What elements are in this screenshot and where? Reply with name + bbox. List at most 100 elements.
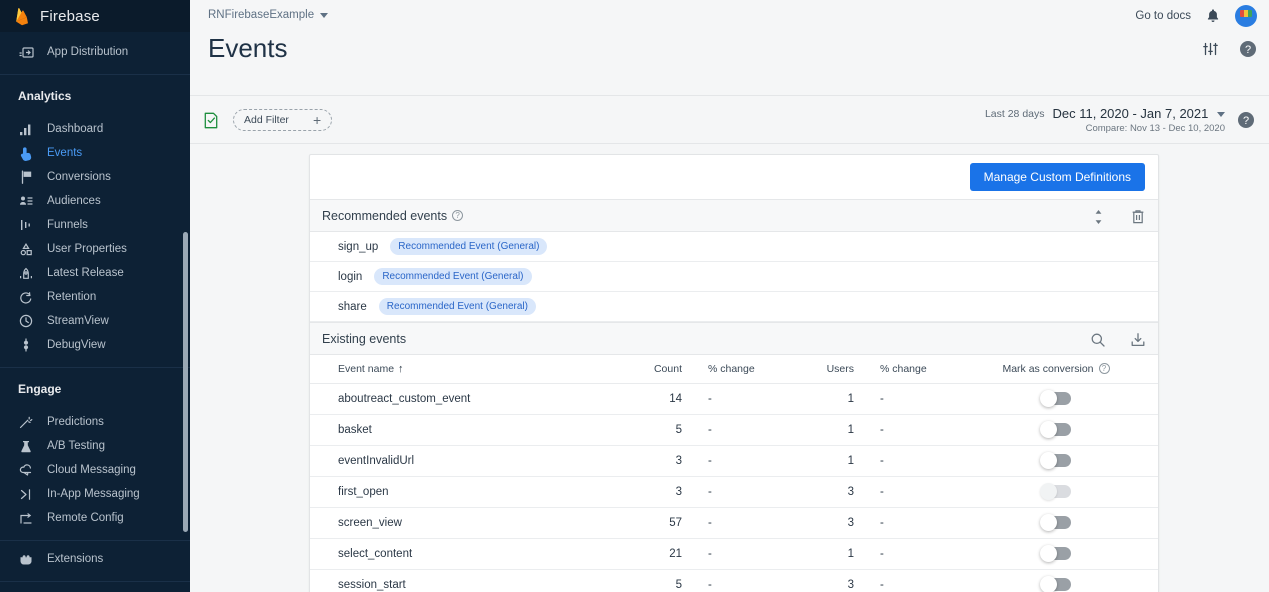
table-header-row: Event name ↑ Count % change Users % chan…: [310, 355, 1158, 384]
cell-users-change: -: [862, 507, 954, 539]
existing-events-title: Existing events: [322, 331, 407, 346]
brand-header[interactable]: Firebase: [0, 0, 190, 32]
segment-icon[interactable]: [204, 112, 219, 129]
table-row[interactable]: first_open 3 - 3 -: [310, 476, 1158, 508]
column-header-count[interactable]: Count: [610, 355, 690, 384]
column-header-event-name[interactable]: Event name ↑: [310, 355, 610, 384]
cell-mark-as-conversion: [954, 507, 1158, 539]
conversion-toggle[interactable]: [1040, 452, 1071, 469]
conversion-toggle[interactable]: [1040, 390, 1071, 407]
cloud-messaging-icon: [18, 462, 34, 478]
conversion-toggle[interactable]: [1040, 421, 1071, 438]
cell-users-change: -: [862, 383, 954, 415]
table-row[interactable]: aboutreact_custom_event 14 - 1 -: [310, 383, 1158, 415]
sidebar-item-label: Remote Config: [47, 512, 124, 524]
sidebar-scrollbar[interactable]: [183, 0, 188, 592]
table-row[interactable]: select_content 21 - 1 -: [310, 538, 1158, 570]
go-to-docs-link[interactable]: Go to docs: [1135, 10, 1191, 22]
help-circle-icon[interactable]: ?: [452, 210, 464, 221]
conversion-toggle: [1040, 483, 1071, 500]
sidebar-item-label: Extensions: [47, 553, 104, 565]
cell-event-name: basket: [310, 414, 610, 446]
remote-config-icon: [18, 510, 34, 526]
cell-count: 3: [610, 445, 690, 477]
sidebar-item-debugview[interactable]: DebugView: [0, 333, 190, 357]
sidebar-item-label: Latest Release: [47, 267, 124, 279]
recommended-event-name: share: [338, 300, 367, 313]
date-range-row: Last 28 days Dec 11, 2020 - Jan 7, 2021: [985, 106, 1225, 121]
sidebar-item-remote-config[interactable]: Remote Config: [0, 506, 190, 530]
list-item[interactable]: share Recommended Event (General): [310, 292, 1158, 322]
page-tools: ?: [1201, 40, 1257, 58]
sidebar-item-streamview[interactable]: StreamView: [0, 309, 190, 333]
cell-count: 5: [675, 578, 682, 591]
column-header-users-change[interactable]: % change: [862, 355, 954, 384]
sidebar-item-predictions[interactable]: Predictions: [0, 410, 190, 434]
avatar[interactable]: [1235, 5, 1257, 27]
sidebar-item-in-app-messaging[interactable]: In-App Messaging: [0, 482, 190, 506]
sidebar-item-app-distribution[interactable]: App Distribution: [0, 40, 190, 64]
sort-updown-icon[interactable]: [1089, 208, 1107, 226]
cell-count-change: -: [690, 414, 782, 446]
help-circle-icon[interactable]: ?: [1098, 363, 1110, 375]
sidebar-item-extensions[interactable]: Extensions: [0, 547, 190, 571]
sidebar-item-dashboard[interactable]: Dashboard: [0, 117, 190, 141]
recommended-events-title-wrap: Recommended events ?: [322, 209, 464, 223]
card-top-actions: Manage Custom Definitions: [310, 155, 1158, 199]
sidebar-item-label: A/B Testing: [47, 440, 105, 452]
table-row[interactable]: screen_view 57 - 3 -: [310, 507, 1158, 539]
conversion-toggle[interactable]: [1040, 545, 1071, 562]
sidebar-item-ab-testing[interactable]: A/B Testing: [0, 434, 190, 458]
column-label-mark-as-conversion: Mark as conversion: [1002, 362, 1094, 375]
cell-users: 3: [782, 507, 862, 539]
sidebar-item-latest-release[interactable]: Latest Release: [0, 261, 190, 285]
sidebar-scrollbar-thumb[interactable]: [183, 232, 188, 532]
svg-text:?: ?: [1245, 44, 1251, 56]
in-app-messaging-icon: [18, 486, 34, 502]
table-row[interactable]: eventInvalidUrl 3 - 1 -: [310, 445, 1158, 477]
chevron-down-icon: [320, 12, 329, 18]
help-circle-icon[interactable]: ?: [1237, 111, 1255, 129]
top-bar-actions: Go to docs: [1135, 0, 1257, 32]
app-distribution-icon: [18, 44, 34, 60]
bell-icon[interactable]: [1205, 8, 1221, 24]
sidebar-group-analytics-label: Analytics: [18, 89, 72, 103]
download-icon[interactable]: [1129, 331, 1147, 349]
cell-event-name: select_content: [310, 538, 610, 570]
help-circle-icon[interactable]: ?: [1239, 40, 1257, 58]
column-header-users[interactable]: Users: [782, 355, 862, 384]
conversion-toggle[interactable]: [1040, 514, 1071, 531]
manage-custom-definitions-button[interactable]: Manage Custom Definitions: [969, 163, 1145, 191]
date-range-selector[interactable]: Dec 11, 2020 - Jan 7, 2021: [1053, 106, 1225, 121]
sidebar-group-engage-label: Engage: [18, 382, 62, 396]
sidebar-item-retention[interactable]: Retention: [0, 285, 190, 309]
sidebar-item-funnels[interactable]: Funnels: [0, 213, 190, 237]
table-row[interactable]: basket 5 - 1 -: [310, 414, 1158, 446]
sidebar-item-cloud-messaging[interactable]: Cloud Messaging: [0, 458, 190, 482]
cell-count-change: -: [690, 383, 782, 415]
sliders-icon[interactable]: [1201, 40, 1219, 58]
touch-pointer-icon: [18, 145, 34, 161]
sidebar-item-user-properties[interactable]: User Properties: [0, 237, 190, 261]
sidebar-item-events[interactable]: Events: [0, 141, 190, 165]
table-row[interactable]: session_start 5 - 3 -: [310, 569, 1158, 592]
sidebar-item-audiences[interactable]: Audiences: [0, 189, 190, 213]
trash-icon[interactable]: [1129, 208, 1147, 226]
conversion-toggle[interactable]: [1040, 576, 1071, 592]
search-icon[interactable]: [1089, 331, 1107, 349]
column-header-mark-as-conversion: Mark as conversion ?: [954, 355, 1158, 384]
add-filter-button[interactable]: Add Filter +: [233, 109, 333, 131]
breadcrumb[interactable]: RNFirebaseExample: [208, 9, 329, 21]
list-item[interactable]: login Recommended Event (General): [310, 262, 1158, 292]
clock-icon: [18, 313, 34, 329]
plus-icon: +: [312, 112, 322, 128]
sidebar-item-label: Retention: [47, 291, 97, 303]
list-item[interactable]: sign_up Recommended Event (General): [310, 232, 1158, 262]
column-header-count-change[interactable]: % change: [690, 355, 782, 384]
sidebar-item-conversions[interactable]: Conversions: [0, 165, 190, 189]
recommended-events-header: Recommended events ?: [310, 199, 1158, 232]
sidebar-item-label: Cloud Messaging: [47, 464, 136, 476]
recommended-events-actions: [1089, 200, 1147, 233]
existing-events-actions: [1089, 323, 1147, 356]
cell-count: 3: [610, 476, 690, 508]
